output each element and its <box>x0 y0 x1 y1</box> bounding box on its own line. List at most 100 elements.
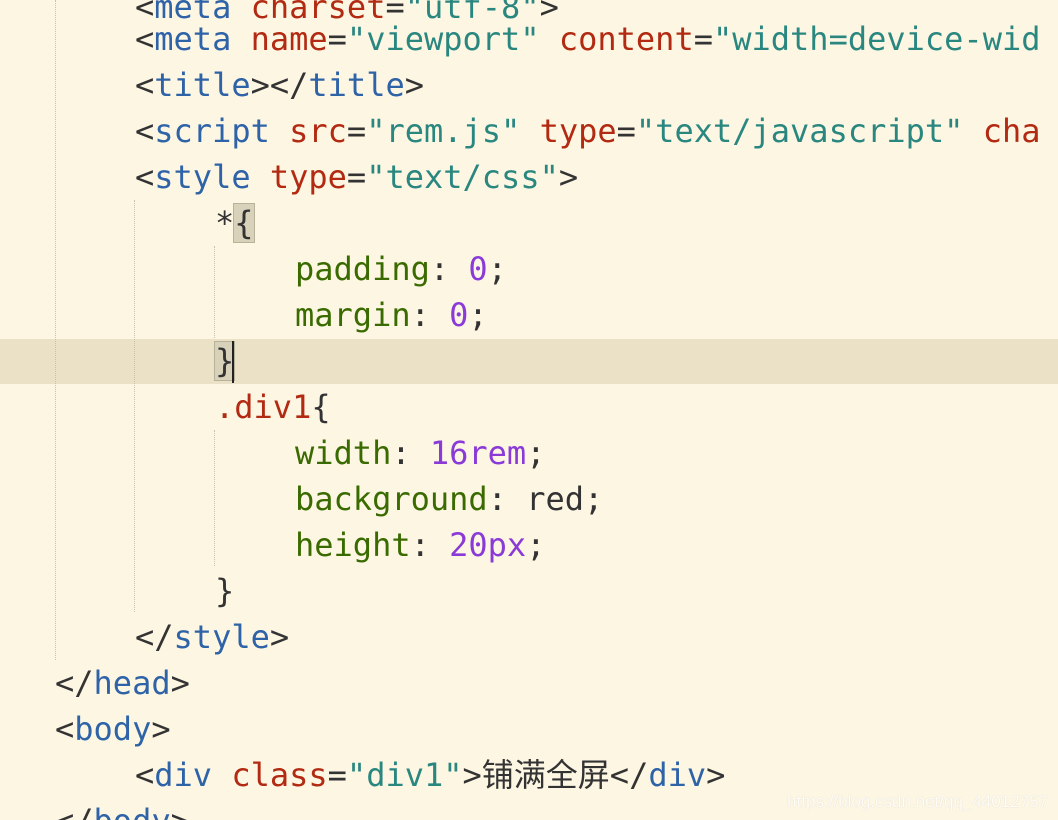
code-token: > <box>706 756 726 794</box>
code-line[interactable]: <div class="div1">铺满全屏</div> <box>55 752 725 798</box>
code-token: style <box>154 158 251 196</box>
code-token: ; <box>526 434 546 472</box>
watermark: https://blog.csdn.net/qq_44012757 <box>787 792 1048 811</box>
code-token: : <box>429 250 469 288</box>
code-line[interactable]: <style type="text/css"> <box>55 154 578 200</box>
code-token: > <box>171 802 190 820</box>
code-line[interactable]: </head> <box>55 660 190 706</box>
code-line[interactable]: } <box>55 338 236 384</box>
code-line[interactable]: <title></title> <box>55 62 424 108</box>
code-token: margin <box>295 296 411 334</box>
code-token: < <box>135 112 155 150</box>
code-token: < <box>135 66 155 104</box>
code-token: "width=device-wid <box>712 20 1041 58</box>
code-line[interactable]: background: red; <box>55 476 603 522</box>
code-token: > <box>558 158 579 196</box>
code-token: title <box>154 66 251 104</box>
code-token: < <box>55 710 75 748</box>
code-line[interactable]: .div1{ <box>55 384 331 430</box>
code-token: < <box>135 756 155 794</box>
code-token: : <box>410 296 450 334</box>
code-token: ; <box>583 480 604 518</box>
code-token: cha <box>982 112 1041 150</box>
code-line[interactable]: height: 20px; <box>55 522 545 568</box>
code-token: < <box>135 20 155 58</box>
code-token: : <box>487 480 527 518</box>
code-token: = <box>616 112 636 150</box>
code-token: </ <box>55 802 94 820</box>
code-token: type <box>539 112 617 150</box>
code-token: title <box>308 66 405 104</box>
code-line[interactable]: padding: 0; <box>55 246 507 292</box>
code-editor[interactable]: <meta charset="utf-8"> <meta name="viewpo… <box>0 0 1058 820</box>
code-line[interactable]: </style> <box>55 614 289 660</box>
code-token: < <box>135 158 155 196</box>
code-token: ; <box>487 250 507 288</box>
code-token: type <box>269 158 347 196</box>
code-token: = <box>693 20 713 58</box>
code-token: > <box>269 618 290 656</box>
code-token: .div1 <box>215 388 312 426</box>
code-token: { <box>311 388 331 426</box>
code-token: > <box>151 710 171 748</box>
code-token: { <box>233 203 255 243</box>
code-token: "div1" <box>346 756 463 794</box>
code-token: = <box>327 756 347 794</box>
code-token: = <box>346 158 367 196</box>
code-token: 铺满全屏 <box>481 756 610 794</box>
code-line[interactable]: </body> <box>55 798 190 820</box>
code-token: head <box>93 664 171 702</box>
code-line[interactable]: width: 16rem; <box>55 430 545 476</box>
code-token: div <box>154 756 213 794</box>
code-token: class <box>231 756 328 794</box>
code-token: ; <box>468 296 488 334</box>
code-line[interactable]: } <box>55 568 234 614</box>
code-token: body <box>74 710 152 748</box>
code-token: padding <box>295 250 430 288</box>
code-token: height <box>295 526 411 564</box>
code-token: "text/javascript" <box>635 112 964 150</box>
code-token: 0 <box>449 296 469 334</box>
code-token: = <box>327 20 347 58</box>
text-cursor <box>232 341 234 383</box>
code-token: > <box>404 66 424 104</box>
code-line[interactable]: margin: 0; <box>55 292 488 338</box>
code-token: = <box>346 112 367 150</box>
code-line[interactable]: *{ <box>55 200 255 246</box>
code-token: 0 <box>468 250 488 288</box>
code-token: background <box>295 480 488 518</box>
code-token: > <box>462 756 482 794</box>
code-token: content <box>558 20 694 58</box>
code-token: width <box>295 434 392 472</box>
code-token: name <box>250 20 328 58</box>
code-token: 16rem <box>429 434 527 472</box>
code-token: } <box>215 572 235 610</box>
code-token: "rem.js" <box>366 112 521 150</box>
code-token: div <box>648 756 707 794</box>
code-token: meta <box>154 20 232 58</box>
code-token: > <box>170 664 190 702</box>
code-token: 20px <box>449 526 527 564</box>
code-token: "text/css" <box>366 158 559 196</box>
code-token: style <box>173 618 270 656</box>
code-token: </ <box>135 618 174 656</box>
code-line[interactable]: <meta name="viewport" content="width=dev… <box>55 16 1040 62</box>
code-token: ></ <box>250 66 309 104</box>
code-token: "viewport" <box>346 20 540 58</box>
code-token: * <box>215 204 235 242</box>
code-token: </ <box>609 756 649 794</box>
code-token: src <box>289 112 347 150</box>
code-token: : <box>391 434 430 472</box>
code-token: body <box>94 802 171 820</box>
code-line[interactable]: <body> <box>55 706 171 752</box>
code-token: red <box>526 480 584 518</box>
code-line[interactable]: <script src="rem.js" type="text/javascri… <box>55 108 1040 154</box>
code-token: </ <box>55 664 94 702</box>
